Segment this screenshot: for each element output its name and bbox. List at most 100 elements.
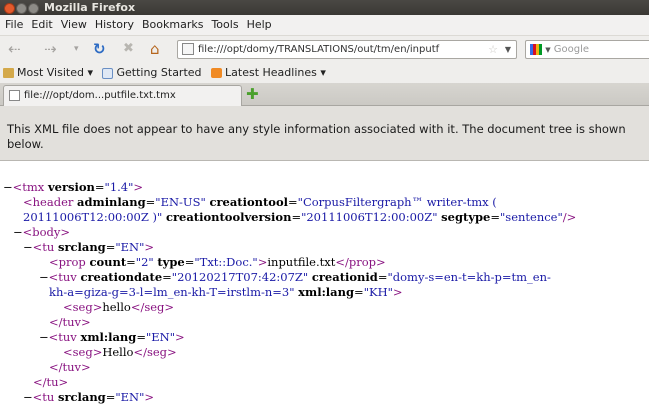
search-input[interactable]: ▼ Google [525, 40, 649, 59]
xml-tag: </tuv> [49, 360, 91, 374]
bookmark-star-icon[interactable]: ☆ [488, 41, 498, 58]
collapse-toggle[interactable]: − [3, 180, 13, 194]
forward-arrow-icon[interactable]: ⇢ [44, 40, 57, 58]
bookmarks-toolbar: Most Visited ▾ Getting Started Latest He… [0, 62, 649, 83]
xml-tag: <tu [32, 240, 55, 254]
xml-tag: > [144, 240, 155, 254]
xml-attr-name: adminlang [77, 195, 146, 209]
xml-tag: <prop [49, 255, 86, 269]
xml-tag: <seg> [63, 300, 103, 314]
xml-tag: </seg> [130, 300, 175, 314]
dropdown-arrow-icon[interactable]: ▾ [74, 40, 79, 58]
menu-history[interactable]: History [91, 15, 138, 35]
xml-line-header-cont: 20111006T12:00:00Z )" creationtoolversio… [23, 210, 577, 224]
close-window-button[interactable] [4, 3, 15, 14]
xml-attr-name: creationid [311, 270, 378, 284]
menu-view[interactable]: View [57, 15, 91, 35]
xml-tag: <seg> [63, 345, 103, 359]
xml-tag: </prop> [335, 255, 386, 269]
bookmark-latest-headlines[interactable]: Latest Headlines ▾ [211, 62, 326, 83]
search-engine-dropdown-icon[interactable]: ▼ [545, 46, 550, 54]
xml-tag: <tuv [48, 270, 77, 284]
reload-icon[interactable]: ↻ [93, 40, 106, 58]
xml-attr-value: "EN-US" [155, 195, 206, 209]
collapse-toggle[interactable]: − [39, 330, 49, 344]
xml-attr-value: "domy-s=en-t=kh-p=tm_en- [387, 270, 551, 284]
menu-file[interactable]: File [0, 15, 27, 35]
tab-title: file:///opt/dom...putfile.txt.tmx [24, 90, 176, 101]
xml-attr-name: creationtool [209, 195, 289, 209]
xml-text: hello [102, 300, 131, 314]
page-favicon-icon [182, 43, 194, 55]
menu-help[interactable]: Help [243, 15, 276, 35]
tab-page-icon [9, 89, 20, 101]
xml-line-tu: −<tu srclang="EN"> [23, 240, 155, 254]
bookmark-label: Latest Headlines ▾ [225, 66, 326, 79]
new-tab-icon[interactable]: ✚ [246, 85, 259, 103]
bookmark-most-visited[interactable]: Most Visited ▾ [3, 62, 93, 83]
bookmark-getting-started[interactable]: Getting Started [102, 62, 202, 83]
xml-tag: </tuv> [49, 315, 91, 329]
tab-bar: file:///opt/dom...putfile.txt.tmx ✚ [0, 83, 649, 106]
menu-tools[interactable]: Tools [207, 15, 242, 35]
xml-line-tmx: −<tmx version="1.4"> [3, 180, 144, 194]
xml-line-tu-2: −<tu srclang="EN"> [23, 390, 155, 404]
xml-attr-value: 20111006T12:00:00Z )" [23, 210, 163, 224]
maximize-window-button[interactable] [28, 3, 39, 14]
navigation-toolbar: ⇠ ⇢ ▾ ↻ ✖ ⌂ file:///opt/domy/TRANSLATION… [0, 36, 649, 62]
xml-tag: <header [23, 195, 74, 209]
collapse-toggle[interactable]: − [39, 270, 49, 284]
xml-attr-name: creationtoolversion [165, 210, 292, 224]
url-text: file:///opt/domy/TRANSLATIONS/out/tm/en/… [198, 44, 440, 55]
xml-tag: > [144, 390, 155, 404]
url-bar[interactable]: file:///opt/domy/TRANSLATIONS/out/tm/en/… [177, 40, 517, 59]
stop-icon[interactable]: ✖ [123, 40, 134, 58]
collapse-toggle[interactable]: − [23, 390, 33, 404]
xml-attr-value: "2" [135, 255, 154, 269]
google-search-engine-icon[interactable] [530, 43, 542, 55]
xml-attr-value: "EN" [145, 330, 176, 344]
xml-line-seg-2: <seg>Hello</seg> [63, 345, 177, 360]
menu-edit[interactable]: Edit [27, 15, 56, 35]
xml-tag: > [133, 180, 144, 194]
xml-info-banner: This XML file does not appear to have an… [0, 106, 649, 161]
xml-tag: </tu> [33, 375, 69, 389]
xml-tag: <body> [22, 225, 71, 239]
bookmark-label: Getting Started [116, 66, 202, 79]
xml-attr-value: "20120217T07:42:07Z" [171, 270, 309, 284]
xml-attr-name: count [89, 255, 127, 269]
xml-tree-view: −<tmx version="1.4"> <header adminlang="… [0, 161, 649, 404]
xml-attr-value: "KH" [363, 285, 393, 299]
menu-bar: File Edit View History Bookmarks Tools Help [0, 15, 649, 36]
xml-line-header: <header adminlang="EN-US" creationtool="… [23, 195, 497, 209]
window-titlebar: Mozilla Firefox [0, 0, 649, 15]
search-placeholder: Google [553, 44, 590, 55]
home-icon[interactable]: ⌂ [150, 40, 160, 58]
xml-line-tuv-close-2: </tuv> [49, 360, 91, 375]
xml-tag: <tuv [48, 330, 77, 344]
back-arrow-icon[interactable]: ⇠ [8, 40, 21, 58]
xml-tag: > [392, 285, 403, 299]
menu-bookmarks[interactable]: Bookmarks [138, 15, 207, 35]
xml-attr-name: creationdate [80, 270, 163, 284]
url-dropdown-icon[interactable]: ▼ [505, 41, 511, 58]
minimize-window-button[interactable] [16, 3, 27, 14]
xml-line-body: −<body> [13, 225, 70, 240]
xml-attr-name: xml:lang [298, 285, 355, 299]
xml-tag: > [257, 255, 268, 269]
xml-text: inputfile.txt [267, 255, 336, 269]
rss-feed-icon [211, 68, 223, 78]
collapse-toggle[interactable]: − [13, 225, 23, 239]
xml-tag: </seg> [133, 345, 177, 359]
xml-attr-name: segtype [441, 210, 491, 224]
xml-line-seg-1: <seg>hello</seg> [63, 300, 174, 315]
collapse-toggle[interactable]: − [23, 240, 33, 254]
xml-line-tuv-kh: −<tuv creationdate="20120217T07:42:07Z" … [39, 270, 551, 284]
xml-attr-value: "CorpusFiltergraph™ writer-tmx ( [297, 195, 497, 209]
window-title: Mozilla Firefox [44, 1, 136, 14]
xml-tag: /> [562, 210, 577, 224]
tab-inputfile[interactable]: file:///opt/dom...putfile.txt.tmx [3, 85, 242, 106]
xml-line-tuv-en: −<tuv xml:lang="EN"> [39, 330, 185, 344]
xml-attr-name: type [157, 255, 185, 269]
xml-line-prop: <prop count="2" type="Txt::Doc.">inputfi… [49, 255, 386, 269]
